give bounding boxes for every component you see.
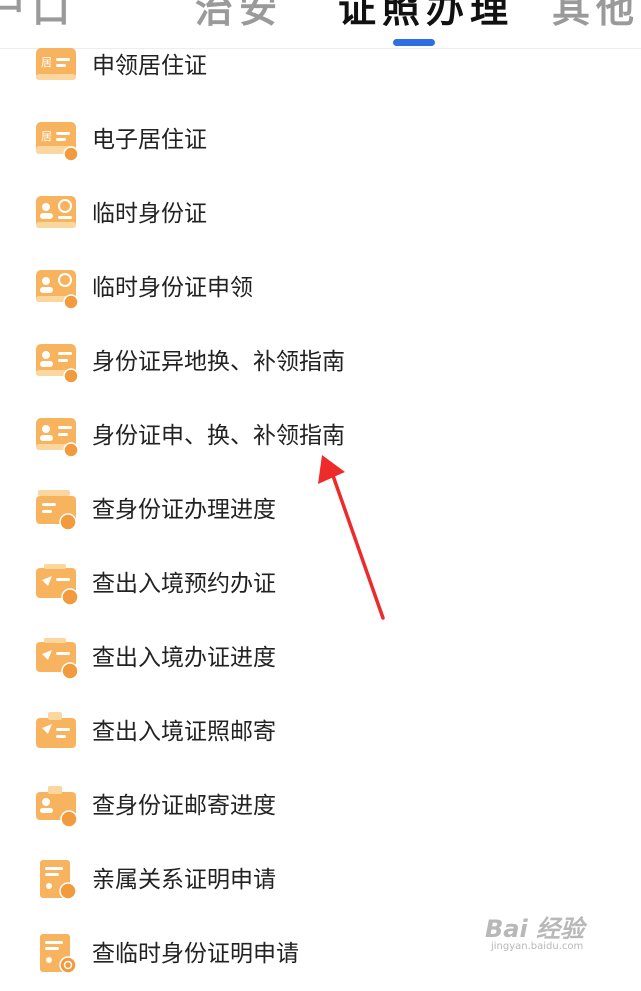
exit-entry-progress-icon — [36, 638, 79, 680]
list-item-label: 申领居住证 — [92, 53, 207, 79]
list-item-id-remote-guide[interactable]: 身份证异地换、补领指南 — [0, 325, 641, 399]
baidu-watermark: Bai 经验 jingyan.baidu.com — [485, 909, 605, 965]
svg-text:居: 居 — [41, 56, 52, 69]
list-item-kinship-certificate[interactable]: 亲属关系证明申请 — [0, 843, 641, 917]
temporary-id-apply-icon — [36, 270, 79, 310]
id-guide-icon — [36, 418, 79, 458]
list-item-label: 查身份证邮寄进度 — [92, 793, 276, 819]
temporary-id-icon — [36, 196, 76, 228]
temporary-id-certificate-icon — [40, 934, 77, 974]
watermark-logo: Bai 经验 — [485, 915, 585, 943]
list-item-label: 亲属关系证明申请 — [92, 867, 276, 893]
list-item-id-progress[interactable]: 查身份证办理进度 — [0, 473, 641, 547]
list-item-temporary-id-apply[interactable]: 临时身份证申领 — [0, 251, 641, 325]
list-item-label: 临时身份证申领 — [92, 275, 253, 301]
e-residence-card-icon: 居 — [36, 122, 79, 162]
list-item-id-guide[interactable]: 身份证申、换、补领指南 — [0, 399, 641, 473]
exit-entry-appointment-icon — [36, 564, 79, 606]
list-item-exit-entry-appointment[interactable]: 查出入境预约办证 — [0, 547, 641, 621]
svg-text:居: 居 — [41, 130, 52, 143]
list-item-label: 电子居住证 — [92, 127, 207, 153]
list-item-label: 查出入境证照邮寄 — [92, 719, 276, 745]
list-item-label: 临时身份证 — [92, 201, 207, 227]
list-item-label: 查出入境预约办证 — [92, 571, 276, 597]
list-item-residence-card[interactable]: 居 申领居住证 — [0, 29, 641, 103]
list-item-label: 身份证异地换、补领指南 — [92, 349, 345, 375]
list-item-label: 查临时身份证明申请 — [92, 941, 299, 967]
list-item-label: 查出入境办证进度 — [92, 645, 276, 671]
list-item-id-mail-progress[interactable]: 查身份证邮寄进度 — [0, 769, 641, 843]
list-item-label: 身份证申、换、补领指南 — [92, 423, 345, 449]
id-remote-guide-icon — [36, 344, 79, 384]
list-item-exit-entry-mail[interactable]: 查出入境证照邮寄 — [0, 695, 641, 769]
id-mail-progress-icon — [36, 786, 78, 828]
list-item-exit-entry-progress[interactable]: 查出入境办证进度 — [0, 621, 641, 695]
exit-entry-mail-icon — [36, 712, 76, 748]
list-item-label: 查身份证办理进度 — [92, 497, 276, 523]
residence-card-icon: 居 — [36, 48, 76, 80]
watermark-url: jingyan.baidu.com — [491, 941, 584, 952]
list-item-temporary-id[interactable]: 临时身份证 — [0, 177, 641, 251]
list-item-e-residence-card[interactable]: 居 电子居住证 — [0, 103, 641, 177]
kinship-certificate-icon — [40, 860, 77, 900]
id-progress-icon — [36, 490, 77, 531]
